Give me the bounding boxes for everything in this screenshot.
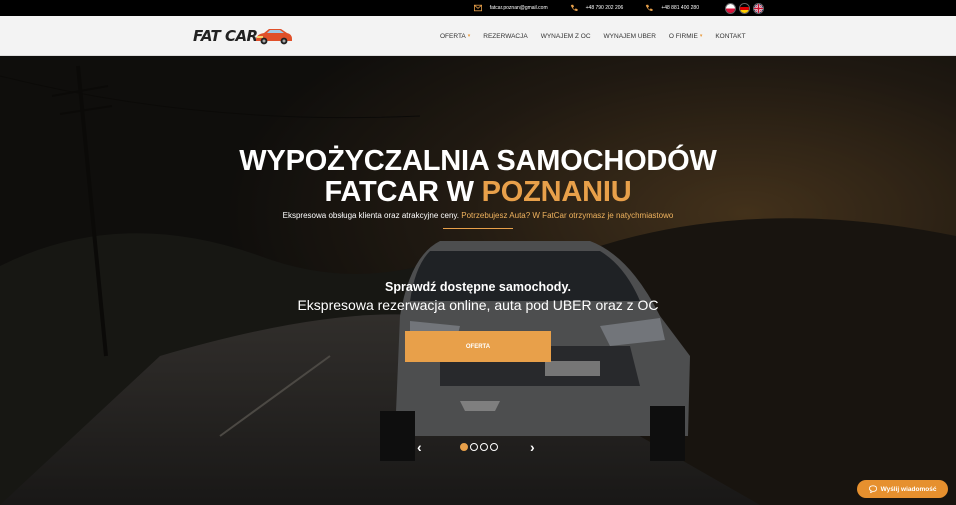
slide-heading: Sprawdź dostępne samochody. (385, 280, 571, 294)
chevron-down-icon: ▾ (699, 33, 703, 39)
hero-divider (443, 228, 513, 229)
prev-slide-icon[interactable]: ‹ (417, 439, 422, 455)
hero-subtitle: Ekspresowa obsługa klienta oraz atrakcyj… (0, 211, 956, 220)
next-slide-icon[interactable]: › (530, 439, 535, 455)
logo-text: FAT CAR (193, 27, 258, 45)
envelope-icon (473, 4, 482, 12)
slide-dot-4[interactable] (490, 443, 498, 451)
menu-label: Kontakt (715, 32, 746, 40)
phone-text-2: +48 881 400 280 (661, 5, 699, 11)
menu-item-oferta[interactable]: Oferta ▾ (440, 33, 470, 40)
hero-subtitle-text: Ekspresowa obsługa klienta oraz atrakcyj… (282, 211, 462, 220)
hero-title-line-2: FATCAR W POZNANIU (0, 177, 956, 208)
menu-item-wynajem-uber[interactable]: Wynajem UBER (604, 33, 656, 40)
oferta-button[interactable]: OFERTA (405, 331, 551, 362)
email-contact[interactable]: fatcar.poznan@gmail.com (473, 4, 548, 12)
flag-de-icon[interactable] (739, 2, 750, 14)
flag-pl-icon[interactable] (725, 2, 736, 14)
main-menu: Oferta ▾ Rezerwacja Wynajem z OC Wynajem … (440, 16, 759, 56)
phone-icon (646, 4, 653, 11)
menu-item-wynajem-z-oc[interactable]: Wynajem z OC (541, 33, 591, 40)
slider-dots (460, 443, 498, 451)
menu-label: Rezerwacja (483, 32, 528, 40)
hero-title-accent: POZNANIU (481, 176, 632, 208)
hero-subtitle-accent: Potrzebujesz Auta? W FatCar otrzymasz je… (461, 211, 674, 220)
phone-text-1: +48 790 202 206 (585, 5, 624, 11)
phone-contact-1[interactable]: +48 790 202 206 (570, 4, 624, 12)
chevron-down-icon: ▾ (467, 33, 471, 39)
phone-icon (570, 4, 578, 11)
menu-label: O firmie (668, 32, 698, 40)
chat-label: Wyślij wiadomość (880, 485, 937, 493)
hero-title-line-1: WYPOŻYCZALNIA SAMOCHODÓW (239, 145, 717, 177)
menu-label: Wynajem z OC (540, 32, 591, 40)
hero-title-prefix: FATCAR W (324, 176, 482, 208)
menu-item-rezerwacja[interactable]: Rezerwacja (483, 33, 527, 40)
slide-dot-2[interactable] (470, 443, 478, 451)
flag-en-icon[interactable] (753, 2, 764, 14)
slide-dot-3[interactable] (480, 443, 488, 451)
menu-label: Wynajem UBER (603, 32, 656, 40)
chat-bubble-icon (868, 485, 877, 493)
top-bar: fatcar.poznan@gmail.com +48 790 202 206 … (0, 0, 956, 16)
car-logo-icon (256, 29, 292, 45)
main-navbar: FAT CAR Oferta ▾ Rezerwacja Wynajem z OC … (0, 16, 956, 56)
phone-contact-2[interactable]: +48 881 400 280 (645, 4, 699, 12)
send-message-button[interactable]: Wyślij wiadomość (857, 480, 948, 498)
slide-text: Ekspresowa rezerwacja online, auta pod U… (297, 297, 659, 313)
email-text: fatcar.poznan@gmail.com (489, 5, 548, 11)
menu-item-o-firmie[interactable]: O firmie ▾ (669, 33, 702, 40)
slide-dot-1[interactable] (460, 443, 468, 451)
menu-label: Oferta (440, 32, 466, 40)
hero-slider: WYPOŻYCZALNIA SAMOCHODÓW FATCAR W POZNAN… (0, 56, 956, 505)
menu-item-kontakt[interactable]: Kontakt (715, 33, 745, 40)
logo[interactable]: FAT CAR (193, 25, 299, 47)
language-switcher (725, 2, 764, 14)
